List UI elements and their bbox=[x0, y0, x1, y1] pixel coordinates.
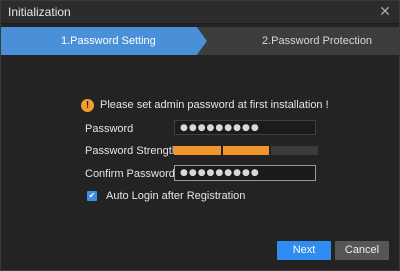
auto-login-option[interactable]: ✔ Auto Login after Registration bbox=[87, 190, 245, 202]
step-password-setting-label: 1.Password Setting bbox=[61, 35, 156, 47]
warning-icon: ! bbox=[81, 98, 94, 112]
close-icon[interactable]: ✕ bbox=[378, 3, 392, 19]
title-bar: Initialization ✕ bbox=[1, 1, 399, 24]
strength-segment bbox=[222, 146, 270, 155]
initialization-dialog: Initialization ✕ 1.Password Setting 2.Pa… bbox=[0, 0, 400, 271]
confirm-password-input[interactable] bbox=[174, 165, 316, 181]
window-title: Initialization bbox=[8, 5, 71, 19]
strength-segment bbox=[174, 146, 221, 155]
notice-text: Please set admin password at first insta… bbox=[100, 99, 329, 111]
step-indicator: 1.Password Setting 2.Password Protection bbox=[1, 27, 399, 55]
step-password-protection-label: 2.Password Protection bbox=[262, 35, 373, 47]
auto-login-label[interactable]: Auto Login after Registration bbox=[106, 190, 245, 202]
password-input[interactable] bbox=[174, 120, 316, 135]
password-label: Password bbox=[85, 123, 134, 135]
next-button[interactable]: Next bbox=[277, 241, 331, 260]
confirm-password-label: Confirm Password bbox=[85, 168, 175, 180]
notice: ! Please set admin password at first ins… bbox=[81, 98, 329, 112]
password-strength-meter bbox=[174, 146, 319, 155]
password-strength-label: Password Strength bbox=[85, 145, 178, 157]
strength-segment bbox=[271, 146, 319, 155]
auto-login-checkbox[interactable]: ✔ bbox=[87, 191, 97, 201]
cancel-button[interactable]: Cancel bbox=[335, 241, 389, 260]
